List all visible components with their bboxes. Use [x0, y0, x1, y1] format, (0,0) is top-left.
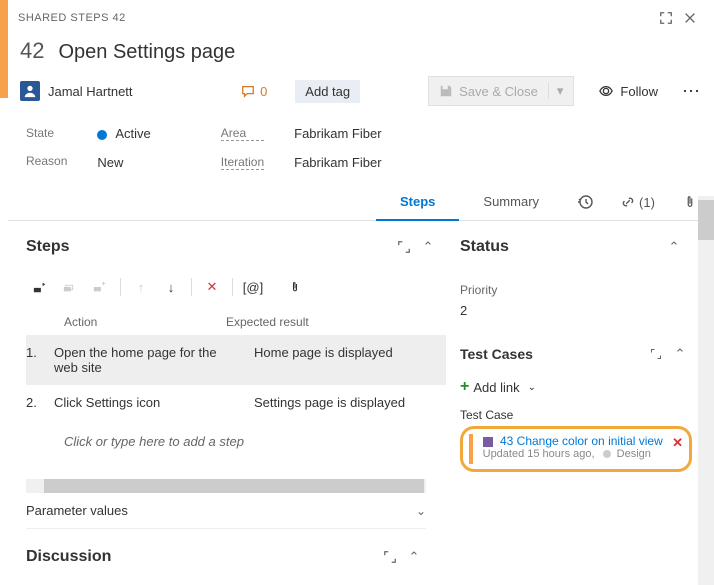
testcase-state: Design [617, 448, 651, 460]
move-down-icon[interactable]: ↓ [157, 275, 185, 299]
assignee-name[interactable]: Jamal Hartnett [48, 84, 133, 99]
collapse-icon[interactable]: ⌃ [668, 342, 692, 366]
links-count: (1) [639, 195, 655, 210]
parameter-values-row[interactable]: Parameter values ⌄ [26, 493, 426, 529]
discussion-heading: Discussion [26, 548, 378, 566]
expand-icon[interactable] [378, 545, 402, 569]
attach-file-icon[interactable] [281, 275, 309, 299]
priority-value[interactable]: 2 [460, 297, 692, 318]
add-tag-button[interactable]: Add tag [295, 80, 360, 103]
step-expected[interactable]: Settings page is displayed [254, 395, 405, 410]
parameter-values-label: Parameter values [26, 503, 416, 518]
testcase-id: 43 [500, 434, 513, 448]
area-label: Area [221, 126, 264, 141]
more-actions-icon[interactable]: ⋯ [682, 81, 702, 102]
step-number: 1. [26, 345, 54, 375]
step-action[interactable]: Click Settings icon [54, 395, 254, 410]
step-expected[interactable]: Home page is displayed [254, 345, 393, 375]
work-item-type-label: SHARED STEPS 42 [18, 12, 126, 24]
testcase-title: Change color on initial view [517, 434, 663, 448]
step-number: 2. [26, 395, 54, 410]
tab-links-icon[interactable]: (1) [607, 184, 669, 220]
testcase-link-item[interactable]: 43 Change color on initial view Updated … [460, 426, 692, 472]
delete-step-icon[interactable]: ✕ [198, 275, 226, 299]
plus-icon: + [460, 378, 469, 396]
expand-icon[interactable] [644, 342, 668, 366]
reason-value[interactable]: New [97, 155, 150, 170]
testcases-heading: Test Cases [460, 346, 644, 362]
chevron-down-icon: ⌄ [528, 382, 536, 393]
area-value[interactable]: Fabrikam Fiber [294, 126, 381, 141]
add-step-placeholder[interactable]: Click or type here to add a step [26, 420, 446, 463]
save-close-label: Save & Close [459, 84, 538, 99]
insert-shared-icon [56, 275, 84, 299]
insert-param-icon[interactable]: [@] [239, 275, 267, 299]
discussion-count[interactable]: 0 [240, 84, 267, 99]
add-link-button[interactable]: + Add link ⌄ [460, 374, 692, 400]
fullscreen-icon[interactable] [654, 6, 678, 30]
step-row[interactable]: 2. Click Settings icon Settings page is … [26, 385, 446, 420]
steps-heading: Steps [26, 238, 392, 256]
work-item-id: 42 [20, 38, 44, 64]
action-column-header: Action [26, 315, 226, 329]
close-icon[interactable] [678, 6, 702, 30]
horizontal-scrollbar[interactable] [26, 479, 426, 493]
collapse-icon[interactable]: ⌃ [416, 235, 440, 259]
vertical-scrollbar[interactable] [698, 196, 714, 585]
collapse-icon[interactable]: ⌃ [662, 235, 686, 259]
reason-label: Reason [26, 154, 67, 168]
steps-toolbar: ↑ ↓ ✕ [@] [26, 269, 446, 309]
work-item-title[interactable]: Open Settings page [58, 41, 235, 64]
save-close-button: Save & Close ▾ [428, 76, 574, 106]
follow-button[interactable]: Follow [598, 84, 658, 99]
tab-summary[interactable]: Summary [459, 184, 563, 220]
expected-column-header: Expected result [226, 315, 309, 329]
state-dot-icon [603, 450, 611, 458]
state-value[interactable]: Active [97, 126, 150, 141]
testcase-sub-label: Test Case [460, 400, 692, 426]
move-up-icon: ↑ [127, 275, 155, 299]
remove-link-icon[interactable]: ✕ [672, 435, 683, 451]
step-action[interactable]: Open the home page for the web site [54, 345, 254, 375]
tab-history-icon[interactable] [563, 184, 607, 220]
chevron-down-icon: ⌄ [416, 504, 426, 518]
create-shared-icon [86, 275, 114, 299]
step-row[interactable]: 1. Open the home page for the web site H… [26, 335, 446, 385]
discussion-count-value: 0 [260, 84, 267, 99]
priority-label: Priority [460, 269, 692, 297]
status-heading: Status [460, 238, 662, 256]
state-label: State [26, 126, 67, 140]
iteration-value[interactable]: Fabrikam Fiber [294, 155, 381, 170]
chevron-down-icon: ▾ [548, 83, 564, 99]
iteration-label: Iteration [221, 155, 264, 170]
tab-steps[interactable]: Steps [376, 184, 459, 220]
follow-label: Follow [620, 84, 658, 99]
testcase-updated: Updated 15 hours ago, [483, 448, 595, 460]
insert-step-icon[interactable] [26, 275, 54, 299]
testcase-type-icon [483, 437, 493, 447]
avatar [20, 81, 40, 101]
collapse-icon[interactable]: ⌃ [402, 545, 426, 569]
add-link-label: Add link [473, 380, 519, 395]
expand-icon[interactable] [392, 235, 416, 259]
